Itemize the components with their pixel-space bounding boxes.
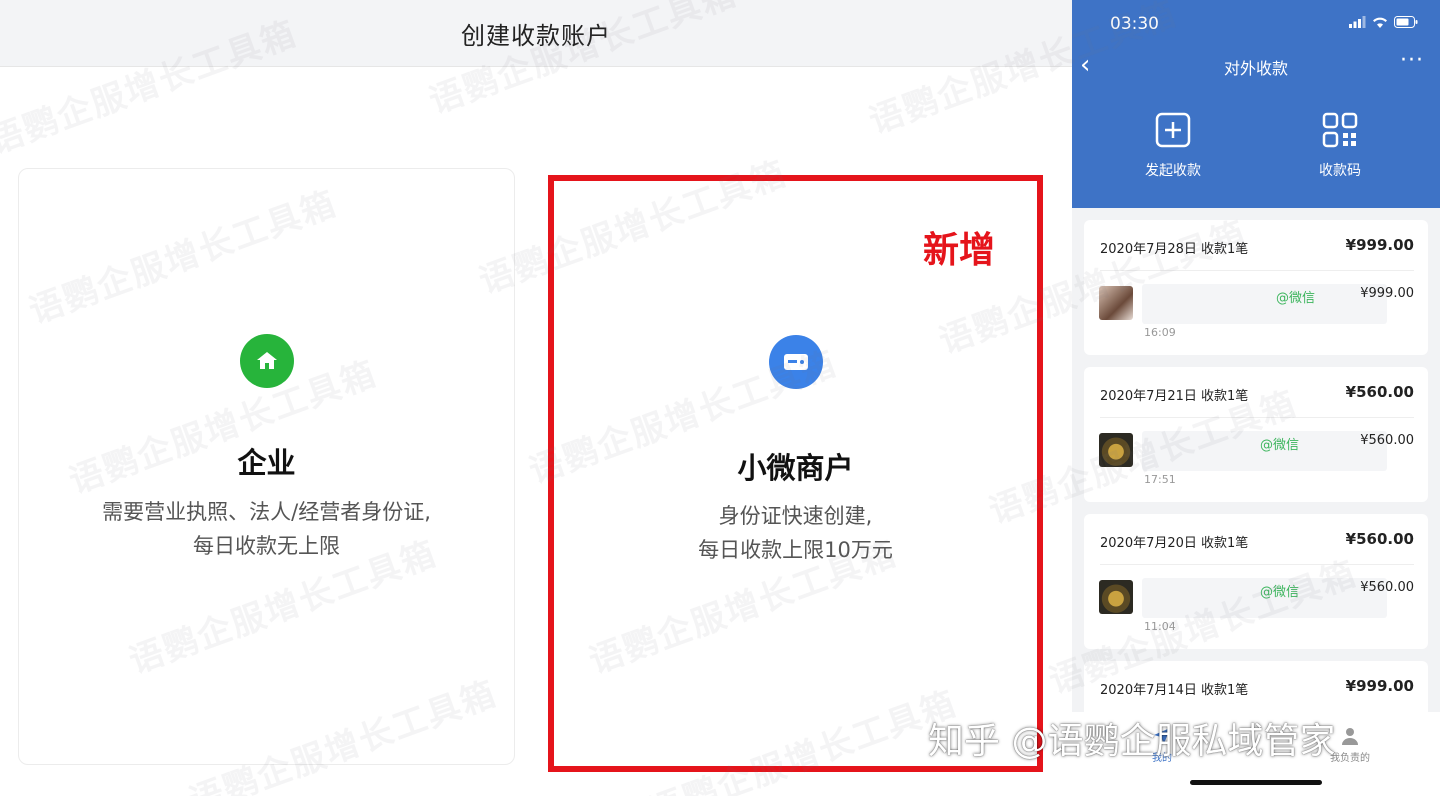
qr-code-icon [1322, 112, 1358, 148]
tab-responsible-label: 我负责的 [1330, 753, 1370, 764]
payment-channel: @微信 [1260, 585, 1300, 600]
record-total: ¥999.00 [1345, 236, 1414, 254]
collection-record[interactable]: 2020年7月21日 收款1笔 ¥560.00 @微信 ¥560.00 17:51 [1084, 367, 1428, 502]
micro-merchant-description: 身份证快速创建, 每日收款上限10万元 [554, 499, 1037, 567]
status-time: 03:30 [1110, 14, 1159, 34]
micro-merchant-title: 小微商户 [737, 451, 854, 485]
enterprise-desc-line2: 每日收款无上限 [193, 534, 340, 558]
page-title: 创建收款账户 [461, 21, 611, 50]
new-tag: 新增 [922, 230, 995, 271]
payer-avatar [1099, 580, 1133, 614]
qr-code-label: 收款码 [1319, 163, 1361, 179]
home-icon [239, 334, 294, 388]
collection-record[interactable]: 2020年7月20日 收款1笔 ¥560.00 @微信 ¥560.00 11:04 [1084, 514, 1428, 649]
payment-channel: @微信 [1276, 291, 1316, 306]
payment-time: 11:04 [1144, 620, 1176, 633]
payment-channel: @微信 [1260, 438, 1300, 453]
record-total: ¥999.00 [1345, 677, 1414, 695]
page-header: 创建收款账户 [0, 0, 1072, 67]
signal-icon [1349, 16, 1366, 28]
payment-time: 17:51 [1144, 473, 1176, 486]
micro-desc-line2: 每日收款上限10万元 [698, 538, 893, 562]
enterprise-description: 需要营业执照、法人/经营者身份证, 每日收款无上限 [19, 495, 514, 563]
divider [1100, 417, 1414, 418]
status-icons [1349, 16, 1418, 28]
nav-title: 对外收款 [1223, 59, 1288, 78]
payer-avatar [1099, 286, 1133, 320]
person-icon [1342, 728, 1358, 745]
micro-desc-line1: 身份证快速创建, [718, 504, 873, 528]
card-icon [768, 335, 823, 389]
battery-icon [1394, 16, 1418, 28]
payment-amount: ¥999.00 [1360, 286, 1414, 301]
qr-code-button[interactable]: 收款码 [1295, 112, 1385, 180]
payer-name-redacted [1142, 284, 1387, 324]
record-total: ¥560.00 [1345, 383, 1414, 401]
phone-screen: 03:30 ‹ 对外收款 ··· 发起收款 收款码 2020年7月28日 收款1… [1072, 0, 1440, 796]
source-credit: 知乎 @语鹦企服私域管家 [928, 721, 1336, 762]
record-date: 2020年7月20日 收款1笔 [1100, 536, 1249, 551]
start-collection-button[interactable]: 发起收款 [1128, 112, 1218, 180]
micro-merchant-option-card[interactable]: 新增 小微商户 身份证快速创建, 每日收款上限10万元 [548, 175, 1043, 772]
record-date: 2020年7月14日 收款1笔 [1100, 683, 1249, 698]
phone-header: 03:30 ‹ 对外收款 ··· 发起收款 收款码 [1072, 0, 1440, 208]
enterprise-option-card[interactable]: 企业 需要营业执照、法人/经营者身份证, 每日收款无上限 [18, 168, 515, 765]
start-collection-label: 发起收款 [1145, 163, 1201, 179]
record-date: 2020年7月21日 收款1笔 [1100, 389, 1249, 404]
payment-amount: ¥560.00 [1360, 580, 1414, 595]
payer-avatar [1099, 433, 1133, 467]
divider [1100, 270, 1414, 271]
collection-record[interactable]: 2020年7月28日 收款1笔 ¥999.00 @微信 ¥999.00 16:09 [1084, 220, 1428, 355]
plus-square-icon [1155, 112, 1191, 148]
enterprise-title: 企业 [237, 446, 296, 480]
record-date: 2020年7月28日 收款1笔 [1100, 242, 1249, 257]
record-total: ¥560.00 [1345, 530, 1414, 548]
payment-time: 16:09 [1144, 326, 1176, 339]
create-account-panel: 创建收款账户 企业 需要营业执照、法人/经营者身份证, 每日收款无上限 新增 小… [0, 0, 1072, 796]
enterprise-desc-line1: 需要营业执照、法人/经营者身份证, [102, 500, 431, 524]
tab-responsible[interactable]: 我负责的 [1330, 726, 1370, 764]
payment-amount: ¥560.00 [1360, 433, 1414, 448]
divider [1100, 564, 1414, 565]
home-indicator [1190, 780, 1322, 785]
more-icon[interactable]: ··· [1400, 48, 1424, 73]
wifi-icon [1373, 17, 1387, 28]
